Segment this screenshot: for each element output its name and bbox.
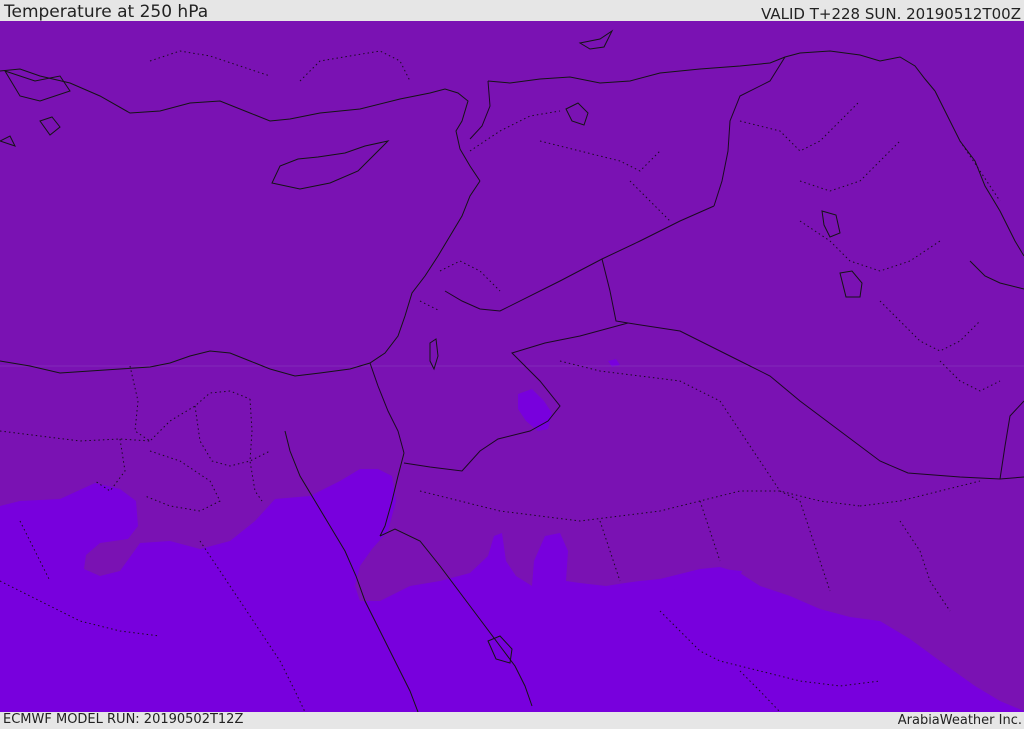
weather-map[interactable] [0, 21, 1024, 712]
footer-bar: ECMWF MODEL RUN: 20190502T12Z ArabiaWeat… [0, 712, 1024, 729]
credit-label: ArabiaWeather Inc. [897, 713, 1022, 728]
model-run-label: ECMWF MODEL RUN: 20190502T12Z [3, 712, 244, 727]
map-title: Temperature at 250 hPa [4, 2, 209, 22]
header-bar: Temperature at 250 hPa VALID T+228 SUN. … [0, 0, 1024, 23]
map-canvas [0, 21, 1024, 712]
